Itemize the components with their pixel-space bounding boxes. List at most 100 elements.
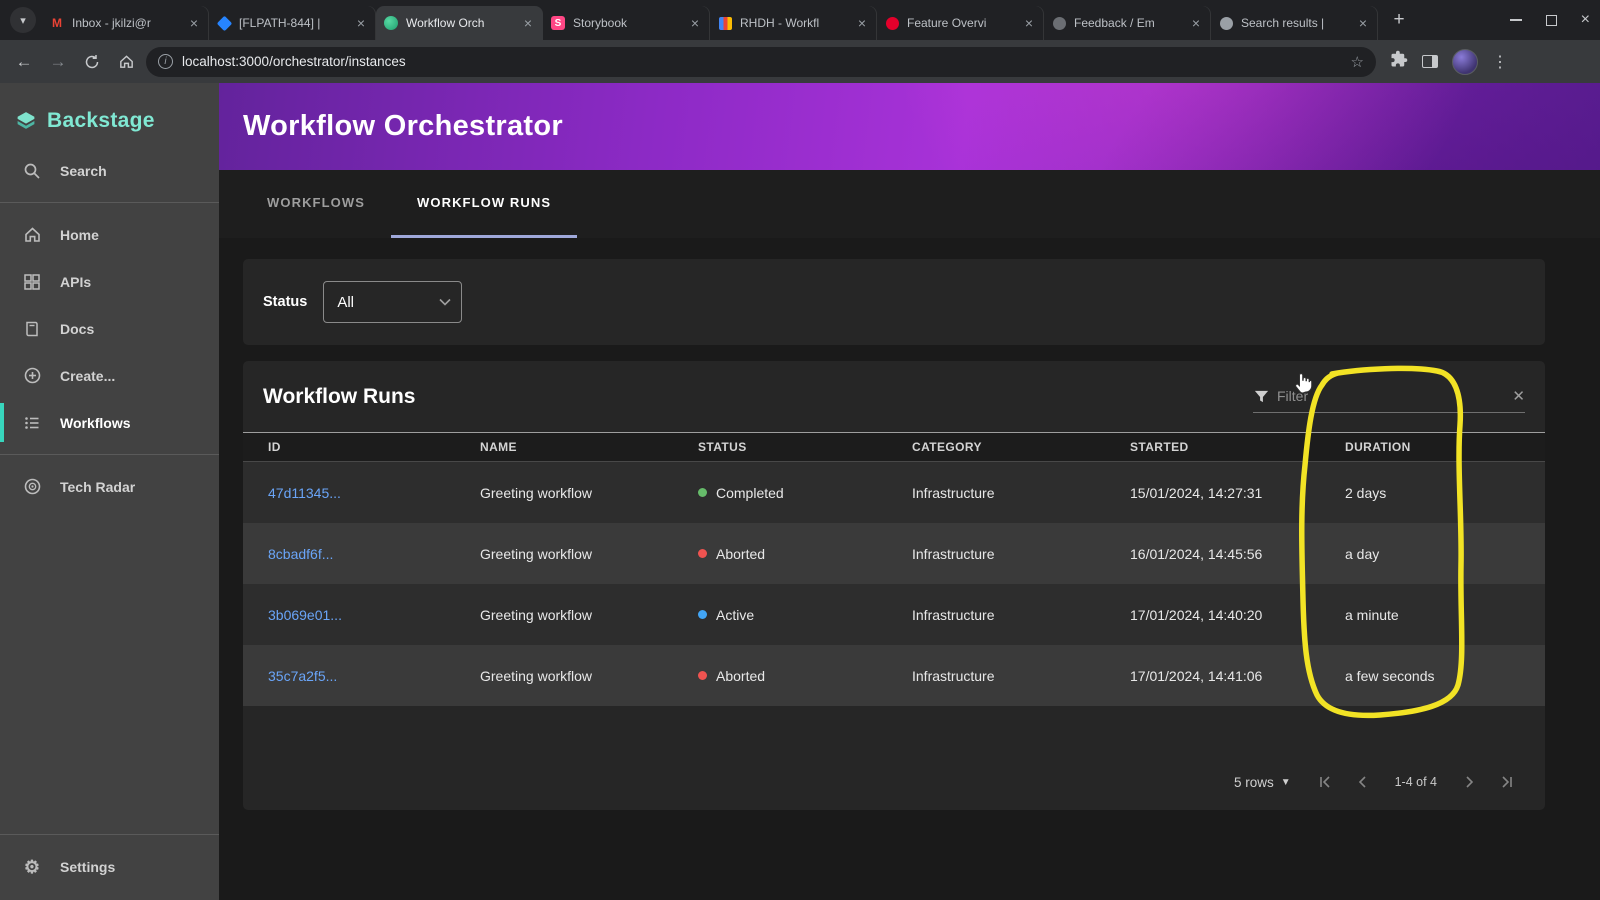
back-icon[interactable]: ← <box>10 48 38 76</box>
sidebar-item-tech-radar[interactable]: Tech Radar <box>0 463 219 510</box>
sidebar-divider <box>0 202 219 203</box>
tab-close-icon[interactable]: × <box>1021 15 1037 31</box>
sidebar-item-apis[interactable]: APIs <box>0 258 219 305</box>
status-dot <box>698 549 707 558</box>
browser-tab-workflow-orchestrator[interactable]: Workflow Orch × <box>376 6 543 40</box>
sidebar-item-search[interactable]: Search <box>0 147 219 194</box>
browser-tab-rhdh[interactable]: RHDH - Workfl × <box>710 6 877 40</box>
maximize-icon[interactable] <box>1545 14 1557 26</box>
column-header-duration[interactable]: DURATION <box>1345 440 1545 454</box>
rhdh-favicon <box>718 16 732 30</box>
run-name: Greeting workflow <box>480 606 593 623</box>
jira-favicon <box>216 15 232 31</box>
rows-per-page-select[interactable]: 5 rows ▼ <box>1234 775 1291 790</box>
create-icon <box>22 366 42 386</box>
clear-filter-icon[interactable]: ✕ <box>1512 387 1525 405</box>
side-panel-icon[interactable] <box>1422 55 1438 68</box>
table-row[interactable]: 47d11345... Greeting workflow Completed … <box>243 462 1545 523</box>
browser-tab-feedback[interactable]: Feedback / Em × <box>1044 6 1211 40</box>
bookmark-star-icon[interactable]: ☆ <box>1351 53 1364 71</box>
run-id-link[interactable]: 3b069e01... <box>268 607 480 623</box>
tab-close-icon[interactable]: × <box>1355 15 1371 31</box>
browser-tab-search-results[interactable]: Search results | × <box>1211 6 1378 40</box>
extensions-icon[interactable] <box>1390 50 1408 73</box>
sidebar-item-label: Create... <box>60 367 116 384</box>
table-row[interactable]: 35c7a2f5... Greeting workflow Aborted In… <box>243 645 1545 706</box>
tab-close-icon[interactable]: × <box>353 15 369 31</box>
status-filter-card: Status All <box>243 259 1545 345</box>
new-tab-button[interactable]: + <box>1386 7 1412 33</box>
tab-close-icon[interactable]: × <box>186 15 202 31</box>
forward-icon[interactable]: → <box>44 48 72 76</box>
run-category: Infrastructure <box>912 667 995 684</box>
sidebar-item-workflows[interactable]: Workflows <box>0 399 219 446</box>
sidebar-item-label: Settings <box>60 858 116 875</box>
column-header-id[interactable]: ID <box>268 440 480 454</box>
run-id-link[interactable]: 35c7a2f5... <box>268 668 480 684</box>
runs-header: Workflow Runs ✕ <box>243 361 1545 432</box>
filter-box: ✕ <box>1253 381 1525 413</box>
browser-tab-jira[interactable]: [FLPATH-844] | × <box>209 6 376 40</box>
browser-tab-storybook[interactable]: Storybook × <box>543 6 710 40</box>
browser-tab-gmail[interactable]: Inbox - jkilzi@r × <box>42 6 209 40</box>
column-header-started[interactable]: STARTED <box>1130 440 1345 454</box>
tab-workflows[interactable]: WORKFLOWS <box>241 170 391 238</box>
sidebar-item-create[interactable]: Create... <box>0 352 219 399</box>
run-duration: a few seconds <box>1345 667 1435 684</box>
search-results-favicon <box>1219 16 1233 30</box>
run-started: 16/01/2024, 14:45:56 <box>1130 545 1263 562</box>
filter-input[interactable] <box>1277 388 1506 404</box>
browser-menu-icon[interactable]: ⋮ <box>1492 52 1508 72</box>
rows-per-page-value: 5 rows <box>1233 774 1274 790</box>
tab-search-button[interactable]: ▾ <box>10 7 36 33</box>
gear-icon: ⚙ <box>23 856 41 877</box>
table-row[interactable]: 8cbadf6f... Greeting workflow Aborted In… <box>243 523 1545 584</box>
storybook-favicon <box>551 16 565 30</box>
backstage-logo-text: Backstage <box>47 109 155 132</box>
run-duration: 2 days <box>1345 484 1387 501</box>
run-id-link[interactable]: 8cbadf6f... <box>268 546 480 562</box>
search-icon <box>22 161 42 181</box>
sidebar-item-settings[interactable]: ⚙ Settings <box>0 843 219 890</box>
run-name: Greeting workflow <box>480 545 593 562</box>
tab-workflow-runs[interactable]: WORKFLOW RUNS <box>391 170 578 238</box>
close-window-icon[interactable]: × <box>1581 12 1590 28</box>
tab-close-icon[interactable]: × <box>687 15 703 31</box>
main-content: Workflow Orchestrator WORKFLOWS WORKFLOW… <box>219 83 1600 900</box>
browser-tabstrip: ▾ Inbox - jkilzi@r × [FLPATH-844] | × Wo… <box>0 0 1600 40</box>
status-text: Active <box>716 606 755 623</box>
sidebar-item-docs[interactable]: Docs <box>0 305 219 352</box>
first-page-icon[interactable] <box>1315 772 1335 792</box>
url-text[interactable]: localhost:3000/orchestrator/instances <box>182 54 1342 69</box>
run-status: Aborted <box>698 546 912 562</box>
last-page-icon[interactable] <box>1497 772 1517 792</box>
tab-close-icon[interactable]: × <box>520 15 536 31</box>
column-header-status[interactable]: STATUS <box>698 440 912 454</box>
previous-page-icon[interactable] <box>1353 772 1373 792</box>
sidebar-item-home[interactable]: Home <box>0 211 219 258</box>
run-category: Infrastructure <box>912 606 995 623</box>
address-bar[interactable]: i localhost:3000/orchestrator/instances … <box>146 46 1376 77</box>
status-select[interactable]: All <box>323 281 463 323</box>
status-dot <box>698 671 707 680</box>
run-name: Greeting workflow <box>480 484 593 501</box>
column-header-name[interactable]: NAME <box>480 440 698 454</box>
status-dot <box>698 488 707 497</box>
tab-close-icon[interactable]: × <box>854 15 870 31</box>
run-id-link[interactable]: 47d11345... <box>268 485 480 501</box>
table-row[interactable]: 3b069e01... Greeting workflow Active Inf… <box>243 584 1545 645</box>
column-header-category[interactable]: CATEGORY <box>912 440 1130 454</box>
status-dot <box>698 610 707 619</box>
minimize-icon[interactable] <box>1509 19 1522 21</box>
next-page-icon[interactable] <box>1459 772 1479 792</box>
tab-close-icon[interactable]: × <box>1188 15 1204 31</box>
home-icon[interactable] <box>112 48 140 76</box>
site-info-icon[interactable]: i <box>158 54 173 69</box>
profile-avatar[interactable] <box>1452 48 1478 75</box>
browser-tab-feature-overview[interactable]: Feature Overvi × <box>877 6 1044 40</box>
sidebar-divider <box>0 454 219 455</box>
status-text: Aborted <box>716 667 766 684</box>
reload-icon[interactable] <box>78 48 106 76</box>
backstage-logo[interactable]: Backstage <box>0 83 219 147</box>
run-duration: a minute <box>1345 606 1399 623</box>
